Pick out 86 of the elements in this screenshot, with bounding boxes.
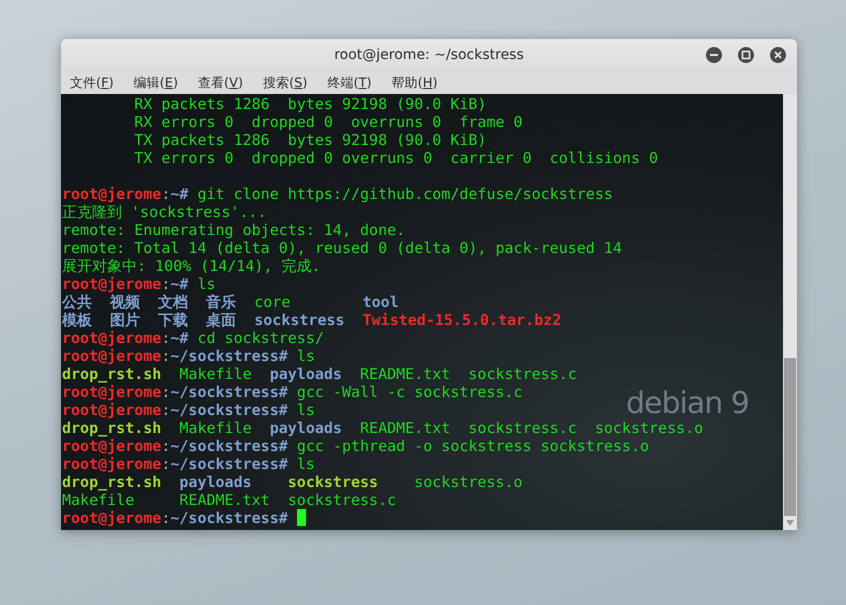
output-text: sockstress.c xyxy=(468,419,577,437)
output-text: sockstress.o xyxy=(594,419,704,437)
scrollbar[interactable] xyxy=(783,94,797,530)
wallpaper-logo: debian 9 xyxy=(626,386,749,421)
prompt-user: root@jerome xyxy=(62,455,162,473)
output-text: RX errors 0 dropped 0 overruns 0 frame 0 xyxy=(134,113,523,131)
prompt-path: ~/sockstress# xyxy=(170,509,288,527)
prompt-user: root@jerome xyxy=(62,509,162,527)
scrollbar-thumb[interactable] xyxy=(784,358,796,516)
prompt-user: root@jerome xyxy=(62,383,162,401)
prompt-path: ~# xyxy=(170,275,188,293)
directory-name: payloads xyxy=(270,365,342,383)
prompt-separator: : xyxy=(161,509,170,527)
menu-item[interactable]: 文件(F) xyxy=(70,74,114,92)
output-text: TX packets 1286 bytes 92198 (90.0 KiB) xyxy=(134,131,486,149)
executable-name: drop_rst.sh xyxy=(62,473,162,491)
prompt-separator: : xyxy=(161,455,170,473)
output-text: core xyxy=(254,293,290,311)
command-text: ls xyxy=(197,275,216,293)
prompt-path: ~/sockstress# xyxy=(170,455,288,473)
prompt-path: ~/sockstress# xyxy=(170,383,288,401)
directory-name: tool xyxy=(362,293,399,311)
maximize-icon[interactable] xyxy=(737,46,755,64)
prompt-user: root@jerome xyxy=(62,329,162,347)
output-text: sockstress.c xyxy=(468,365,577,383)
prompt-separator: : xyxy=(161,347,170,365)
prompt-separator: : xyxy=(161,383,170,401)
command-text: ls xyxy=(296,347,315,365)
window-title: root@jerome: ~/sockstress xyxy=(334,47,524,63)
output-text: Makefile xyxy=(179,365,252,383)
prompt-user: root@jerome xyxy=(62,401,162,419)
prompt-separator: : xyxy=(161,437,170,455)
prompt-path: ~/sockstress# xyxy=(170,347,288,365)
output-text: Makefile xyxy=(62,491,134,509)
output-text: remote: Enumerating objects: 14, done. xyxy=(62,221,406,239)
directory-name: payloads xyxy=(270,419,342,437)
menu-item[interactable]: 编辑(E) xyxy=(134,74,178,92)
executable-name: sockstress xyxy=(288,473,378,491)
output-text: Makefile xyxy=(179,419,252,437)
command-text: git clone https://github.com/defuse/sockstress xyxy=(197,185,613,203)
command-text: cd sockstress/ xyxy=(197,329,324,347)
directory-name: payloads xyxy=(179,473,252,491)
output-text: remote: Total 14 (delta 0), reused 0 (delta 0), pack-reused 14 xyxy=(62,239,622,257)
directory-name: 文档 xyxy=(158,293,188,311)
prompt-separator: : xyxy=(161,275,170,293)
directory-name: 下载 xyxy=(158,311,188,329)
directory-name: 模板 xyxy=(62,311,92,329)
directory-name: 视频 xyxy=(110,293,140,311)
prompt-path: ~# xyxy=(170,185,188,203)
menu-item[interactable]: 终端(T) xyxy=(328,74,372,92)
menu-item[interactable]: 帮助(H) xyxy=(392,74,438,92)
prompt-path: ~/sockstress# xyxy=(170,437,288,455)
prompt-separator: : xyxy=(161,185,170,203)
minimize-icon[interactable] xyxy=(705,46,723,64)
command-text: ls xyxy=(296,455,315,473)
prompt-user: root@jerome xyxy=(62,437,162,455)
command-text: gcc -Wall -c sockstress.c xyxy=(296,383,523,401)
command-text: ls xyxy=(296,401,315,419)
prompt-separator: : xyxy=(161,329,170,347)
menu-item[interactable]: 搜索(S) xyxy=(263,74,308,92)
command-text: gcc -pthread -o sockstress sockstress.o xyxy=(296,437,650,455)
executable-name: drop_rst.sh xyxy=(62,419,162,437)
output-text: 展开对象中: 100% (14/14), 完成. xyxy=(62,257,321,275)
prompt-separator: : xyxy=(161,401,170,419)
output-text: README.txt xyxy=(179,491,270,509)
output-text: README.txt xyxy=(360,419,450,437)
menu-item[interactable]: 查看(V) xyxy=(198,74,244,92)
output-text: TX errors 0 dropped 0 overruns 0 carrier 0 collisions 0 xyxy=(134,149,658,167)
directory-name: 音乐 xyxy=(206,293,236,311)
output-text: sockstress.c xyxy=(288,491,396,509)
output-text: RX packets 1286 bytes 92198 (90.0 KiB) xyxy=(134,95,486,113)
directory-name: 公共 xyxy=(62,293,92,311)
prompt-path: ~/sockstress# xyxy=(170,401,288,419)
executable-name: drop_rst.sh xyxy=(62,365,162,383)
output-text: README.txt xyxy=(360,365,450,383)
prompt-path: ~# xyxy=(170,329,188,347)
directory-name: 桌面 xyxy=(206,311,236,329)
directory-name: sockstress xyxy=(254,311,345,329)
prompt-user: root@jerome xyxy=(62,185,162,203)
directory-name: 图片 xyxy=(110,311,140,329)
archive-name: Twisted-15.5.0.tar.bz2 xyxy=(362,311,562,329)
output-text: 正克隆到 'sockstress'... xyxy=(62,203,266,221)
prompt-user: root@jerome xyxy=(62,275,162,293)
prompt-user: root@jerome xyxy=(62,347,162,365)
output-text: sockstress.o xyxy=(414,473,523,491)
close-icon[interactable] xyxy=(769,46,787,64)
